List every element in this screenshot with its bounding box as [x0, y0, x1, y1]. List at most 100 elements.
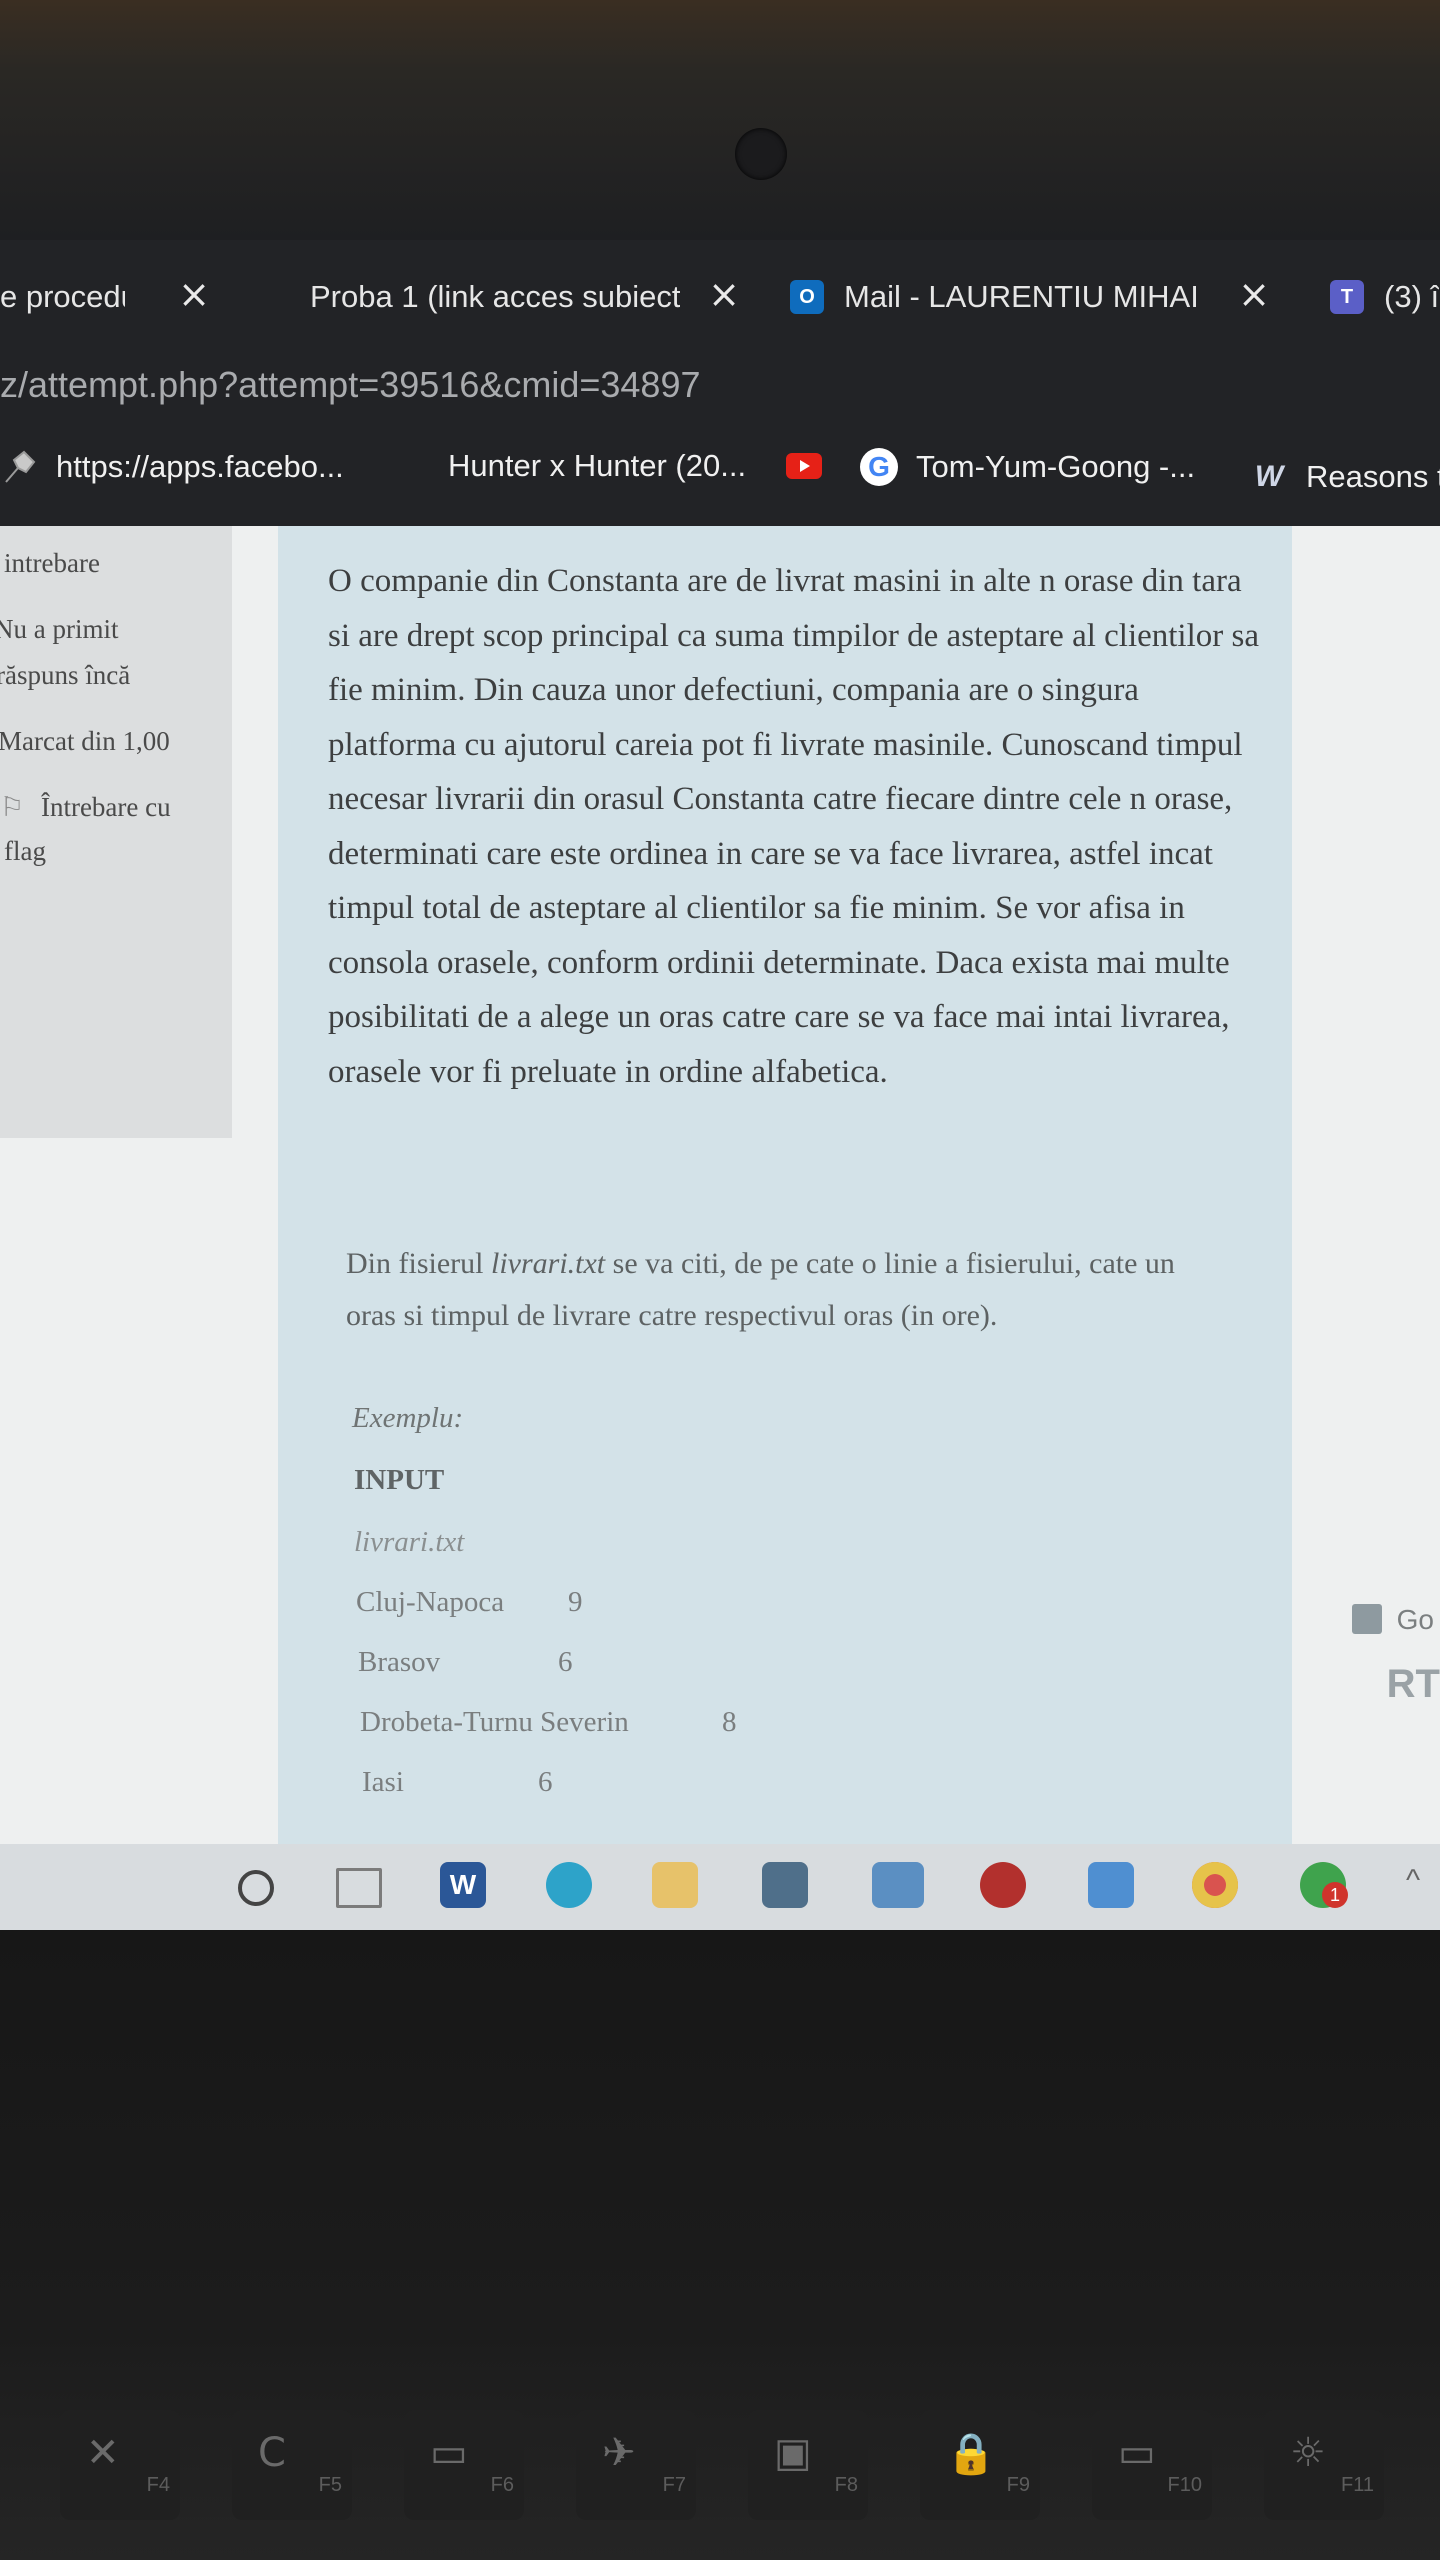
zoom-icon[interactable] — [1088, 1862, 1134, 1908]
google-icon: G — [860, 448, 898, 486]
tab-procedure[interactable]: e procedu × — [0, 270, 210, 324]
quiz-page: intrebare Nu a primit răspuns încă Marca… — [0, 526, 1440, 1844]
flag-icon: ⚐ — [0, 792, 25, 823]
key-f8[interactable]: ▣ F8 — [748, 2410, 868, 2520]
tab-mail[interactable]: O Mail - LAURENTIU MIHAI × — [790, 270, 1270, 324]
screen: e procedu × Proba 1 (link acces subiect … — [0, 240, 1440, 1930]
edge-icon[interactable] — [546, 1862, 592, 1908]
key-label: F8 — [834, 2474, 858, 2496]
tab-strip: e procedu × Proba 1 (link acces subiect … — [0, 240, 1440, 352]
monitor-bezel-top — [0, 0, 1440, 240]
touchpad-icon: ▣ — [774, 2430, 812, 2476]
key-label: F9 — [1006, 2474, 1030, 2496]
example-label: Exemplu: — [352, 1402, 464, 1434]
chevron-up-icon[interactable]: ^ — [1406, 1864, 1420, 1898]
mail-icon[interactable] — [872, 1862, 924, 1908]
table-row: Iasi 6 — [362, 1766, 553, 1799]
webcam-icon — [735, 128, 787, 180]
bookmark-label: Hunter x Hunter (20... — [448, 448, 747, 483]
tab-proba-1[interactable]: Proba 1 (link acces subiect × — [310, 270, 740, 324]
chrome-icon[interactable] — [1192, 1862, 1238, 1908]
store-icon[interactable] — [762, 1862, 808, 1908]
paragraph-text: Din fisierul — [346, 1247, 491, 1280]
bookmark-tom-yum-goong[interactable]: G Tom-Yum-Goong -... — [860, 448, 1195, 486]
bookmark-label: https://apps.facebo... — [56, 449, 344, 484]
app-badge-icon[interactable]: 1 — [1300, 1862, 1348, 1908]
key-f7[interactable]: ✈ F7 — [576, 2410, 696, 2520]
airplane-icon: ✈ — [602, 2430, 636, 2476]
tab-teams[interactable]: T (3) î — [1330, 270, 1440, 324]
app-red-icon[interactable] — [980, 1862, 1026, 1908]
flag-label: Întrebare cu — [40, 792, 171, 822]
key-label: F10 — [1167, 2474, 1202, 2496]
city-name: Drobeta-Turnu Severin — [360, 1706, 629, 1738]
delivery-time: 8 — [722, 1706, 737, 1738]
key-f11[interactable]: ☼ F11 — [1264, 2410, 1384, 2520]
key-label: F11 — [1341, 2474, 1374, 2496]
city-name: Brasov — [358, 1646, 441, 1678]
rt-label: RT — [1386, 1662, 1440, 1706]
key-f10[interactable]: ▭ F10 — [1092, 2410, 1212, 2520]
search-circle-icon[interactable] — [238, 1870, 274, 1906]
delivery-time: 6 — [538, 1766, 553, 1798]
question-paragraph-1: O companie din Constanta are de livrat m… — [328, 563, 1259, 1090]
tab-title: Mail - LAURENTIU MIHAI — [844, 279, 1199, 314]
question-paragraph-2: Din fisierul livrari.txt se va citi, de … — [346, 1238, 1206, 1342]
address-bar[interactable]: z/attempt.php?attempt=39516&cmid=34897 — [0, 352, 1440, 418]
youtube-icon — [786, 453, 823, 479]
key-label: F6 — [490, 2474, 514, 2496]
app-icon[interactable] — [1352, 1604, 1382, 1634]
flag-question-button[interactable]: ⚐ Întrebare cu — [0, 792, 171, 823]
question-info-panel: intrebare Nu a primit răspuns încă Marca… — [0, 526, 232, 1138]
taskbar: W 1 ^ — [0, 1844, 1440, 1930]
close-icon[interactable]: × — [1238, 272, 1270, 316]
question-status: Nu a primit — [0, 614, 119, 644]
city-name: Cluj-Napoca — [356, 1586, 505, 1618]
word-icon[interactable]: W — [440, 1862, 486, 1908]
flag-label-2: flag — [4, 836, 46, 866]
close-icon[interactable]: × — [708, 272, 740, 316]
bookmark-facebook-apps[interactable]: https://apps.facebo... — [0, 448, 344, 486]
tab-title: Proba 1 (link acces subiect — [310, 279, 680, 314]
table-row: Brasov 6 — [358, 1646, 573, 1679]
question-text-panel: O companie din Constanta are de livrat m… — [278, 526, 1292, 1844]
file-label: livrari.txt — [354, 1526, 465, 1558]
tab-title: (3) î — [1384, 279, 1440, 314]
outlook-icon: O — [790, 280, 824, 314]
key-f4[interactable]: ✕ F4 — [60, 2410, 180, 2520]
delivery-time: 6 — [558, 1646, 573, 1678]
task-view-icon[interactable] — [336, 1868, 382, 1908]
refresh-icon: C — [258, 2430, 286, 2476]
mute-icon: ✕ — [86, 2430, 120, 2476]
bookmarks-bar: https://apps.facebo... Hunter x Hunter (… — [0, 418, 1440, 526]
table-row: Cluj-Napoca 9 — [356, 1586, 583, 1619]
go-link[interactable]: Go — [1397, 1604, 1434, 1636]
pin-icon — [0, 448, 38, 486]
file-name: livrari.txt — [490, 1247, 606, 1280]
display-icon: ▭ — [430, 2430, 468, 2476]
notification-badge: 1 — [1322, 1882, 1348, 1908]
city-name: Iasi — [362, 1766, 404, 1798]
tab-title: e procedu — [0, 279, 125, 314]
key-label: F4 — [146, 2474, 170, 2496]
table-row: Drobeta-Turnu Severin 8 — [360, 1706, 737, 1739]
input-label: INPUT — [354, 1464, 445, 1496]
bookmark-hunter-x-hunter[interactable]: Hunter x Hunter (20... — [448, 448, 823, 484]
delivery-time: 9 — [568, 1586, 583, 1618]
question-status-2: răspuns încă — [0, 660, 131, 690]
lock-icon: 🔒 — [946, 2431, 996, 2477]
bookmark-label: Tom-Yum-Goong -... — [916, 449, 1196, 484]
key-f6[interactable]: ▭ F6 — [404, 2410, 524, 2520]
laptop-keyboard — [0, 1930, 1440, 2560]
close-icon[interactable]: × — [178, 272, 210, 316]
projector-icon: ▭ — [1118, 2430, 1156, 2476]
teams-icon: T — [1330, 280, 1364, 314]
question-number-label: intrebare — [4, 548, 100, 578]
key-label: F7 — [662, 2474, 686, 2496]
bookmark-reasons[interactable]: W Reasons t — [1250, 458, 1440, 496]
key-f5[interactable]: C F5 — [232, 2410, 352, 2520]
file-explorer-icon[interactable] — [652, 1862, 698, 1908]
key-f9[interactable]: 🔒 F9 — [920, 2410, 1040, 2520]
w-icon: W — [1254, 460, 1284, 493]
brightness-icon: ☼ — [1290, 2430, 1326, 2476]
